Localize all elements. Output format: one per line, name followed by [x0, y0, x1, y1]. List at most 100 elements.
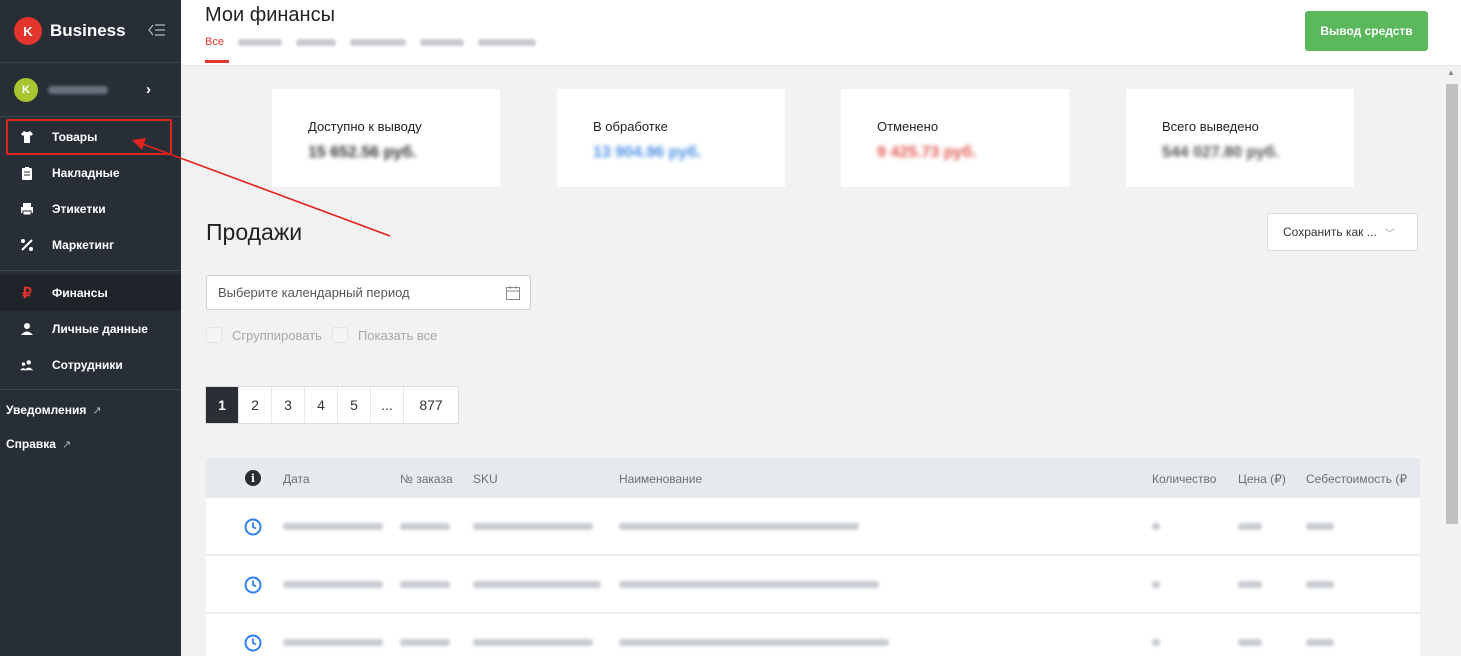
column-quantity[interactable]: Количество	[1152, 472, 1216, 486]
card-value: 13 904.96 руб.	[593, 144, 702, 161]
total-withdrawn-card: Всего выведено 544 027.80 руб.	[1126, 89, 1354, 187]
card-value: 15 652.56 руб.	[308, 144, 417, 161]
blurred-cell	[1306, 639, 1334, 646]
sidebar-item-label: Этикетки	[52, 202, 106, 216]
blurred-cell	[473, 523, 593, 530]
blurred-cell	[1306, 581, 1334, 588]
page-button[interactable]: 2	[239, 387, 272, 423]
tab-blurred[interactable]	[477, 39, 536, 46]
person-icon	[20, 322, 34, 336]
clipboard-icon	[20, 166, 34, 180]
sidebar-item-label: Накладные	[52, 166, 120, 180]
column-cost[interactable]: Себестоимость (₽	[1306, 472, 1407, 486]
active-tab-indicator	[205, 60, 229, 63]
withdraw-button[interactable]: Вывод средств	[1305, 11, 1428, 51]
sales-title: Продажи	[206, 219, 303, 245]
collapse-menu-icon[interactable]	[148, 22, 166, 38]
clock-icon	[244, 576, 262, 594]
page-header: Мои финансы Все Вывод средств	[181, 0, 1461, 66]
sidebar-item-employees[interactable]: Сотрудники	[0, 347, 181, 383]
card-label: Отменено	[877, 119, 939, 134]
filter-checkboxes: Сгруппировать Показать все	[206, 327, 437, 343]
card-value: 544 027.80 руб.	[1162, 144, 1280, 161]
group-checkbox[interactable]	[206, 327, 222, 343]
sidebar-item-invoices[interactable]: Накладные	[0, 155, 181, 191]
column-order[interactable]: № заказа	[400, 472, 453, 486]
sidebar-item-marketing[interactable]: Маркетинг	[0, 227, 181, 263]
sales-table-header: i Дата № заказа SKU Наименование Количес…	[206, 458, 1420, 498]
tab-all[interactable]: Все	[205, 36, 224, 48]
blurred-cell	[619, 581, 879, 588]
external-link-icon: ↗	[61, 439, 72, 451]
printer-icon	[20, 202, 34, 216]
column-date[interactable]: Дата	[283, 472, 310, 486]
clock-icon	[244, 634, 262, 652]
save-as-label: Сохранить как ...	[1283, 225, 1377, 239]
annotation-highlight-box	[6, 119, 172, 155]
tab-blurred[interactable]	[349, 39, 406, 46]
blurred-cell	[1152, 581, 1160, 588]
sidebar: K Business K › Товары Накладные Этикетки	[0, 0, 181, 656]
table-row[interactable]	[206, 614, 1420, 656]
card-label: В обработке	[593, 119, 668, 134]
account-name-blurred	[48, 85, 108, 94]
column-name[interactable]: Наименование	[619, 472, 702, 486]
help-link[interactable]: Справка ↗	[6, 437, 71, 451]
store-tabs: Все	[205, 36, 536, 48]
page-button[interactable]: 3	[272, 387, 305, 423]
sidebar-item-finances[interactable]: ₽ Финансы	[0, 275, 181, 311]
ruble-icon: ₽	[22, 285, 32, 302]
divider	[0, 270, 181, 271]
period-picker[interactable]: Выберите календарный период	[206, 275, 531, 310]
processing-card: В обработке 13 904.96 руб.	[557, 89, 785, 187]
brand-name: Business	[50, 21, 126, 40]
avatar: K	[14, 77, 38, 102]
blurred-cell	[1306, 523, 1334, 530]
page-ellipsis[interactable]: ...	[371, 387, 404, 423]
page-button[interactable]: 877	[404, 387, 458, 423]
sidebar-item-labels[interactable]: Этикетки	[0, 191, 181, 227]
blurred-cell	[619, 523, 859, 530]
page-button[interactable]: 4	[305, 387, 338, 423]
divider	[0, 116, 181, 117]
account-switcher[interactable]: K ›	[0, 62, 181, 116]
card-label: Всего выведено	[1162, 119, 1259, 134]
sidebar-item-label: Личные данные	[52, 322, 148, 336]
info-icon[interactable]: i	[245, 470, 261, 486]
percent-icon	[20, 238, 34, 252]
scroll-up-arrow[interactable]: ▲	[1447, 68, 1455, 77]
tab-blurred[interactable]	[295, 39, 336, 46]
card-value: 9 425.73 руб.	[877, 144, 977, 161]
blurred-cell	[1152, 639, 1160, 646]
cancelled-card: Отменено 9 425.73 руб.	[841, 89, 1069, 187]
sidebar-item-label: Финансы	[52, 286, 108, 300]
tab-blurred[interactable]	[237, 39, 282, 46]
blurred-cell	[473, 639, 593, 646]
scrollbar-thumb[interactable]	[1446, 84, 1458, 524]
blurred-cell	[473, 581, 601, 588]
show-all-checkbox[interactable]	[331, 327, 348, 343]
notifications-link[interactable]: Уведомления ↗	[6, 403, 102, 417]
column-price[interactable]: Цена (₽)	[1238, 472, 1286, 486]
chevron-right-icon: ›	[146, 81, 151, 98]
table-row[interactable]	[206, 556, 1420, 613]
blurred-cell	[283, 581, 383, 588]
column-sku[interactable]: SKU	[473, 472, 498, 486]
page-button[interactable]: 5	[338, 387, 371, 423]
sidebar-item-personal-data[interactable]: Личные данные	[0, 311, 181, 347]
page-title: Мои финансы	[205, 4, 335, 26]
tab-blurred[interactable]	[419, 39, 464, 46]
blurred-cell	[1238, 523, 1262, 530]
people-icon	[20, 358, 34, 372]
table-row[interactable]	[206, 498, 1420, 555]
save-as-dropdown[interactable]: Сохранить как ... ﹀	[1267, 213, 1418, 251]
pagination: 1 2 3 4 5 ... 877	[205, 386, 459, 424]
page-button[interactable]: 1	[206, 387, 239, 423]
blurred-cell	[283, 639, 383, 646]
blurred-cell	[283, 523, 383, 530]
blurred-cell	[1152, 523, 1160, 530]
logo-badge: K	[14, 17, 42, 45]
blurred-cell	[400, 581, 450, 588]
card-label: Доступно к выводу	[308, 119, 422, 134]
sidebar-item-label: Сотрудники	[52, 358, 123, 372]
